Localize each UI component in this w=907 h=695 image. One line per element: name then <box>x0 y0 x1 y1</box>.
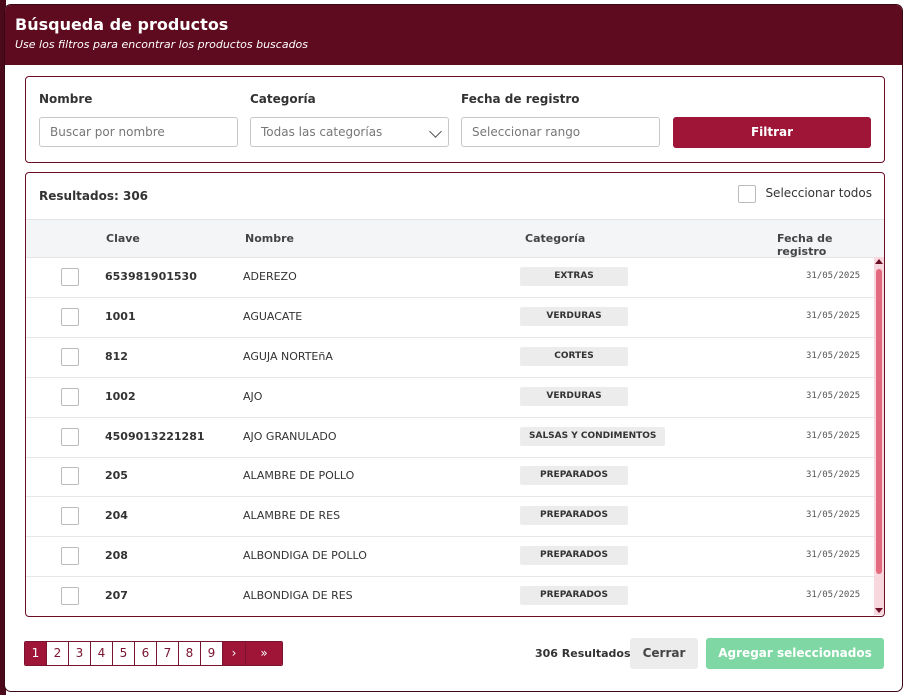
table-row[interactable]: 1001 AGUACATE VERDURAS 31/05/2025 <box>26 297 874 338</box>
row-checkbox[interactable] <box>61 348 79 366</box>
page-button-3[interactable]: 3 <box>69 642 91 665</box>
row-checkbox[interactable] <box>61 547 79 565</box>
table-row[interactable]: 4509013221281 AJO GRANULADO SALSAS Y CON… <box>26 417 874 458</box>
cell-fecha: 31/05/2025 <box>806 431 861 441</box>
category-label: Categoría <box>250 92 316 106</box>
scroll-up-arrow-icon[interactable] <box>875 259 883 264</box>
row-checkbox[interactable] <box>61 467 79 485</box>
cell-clave: 812 <box>105 350 128 363</box>
table-row[interactable]: 205 ALAMBRE DE POLLO PREPARADOS 31/05/20… <box>26 456 874 497</box>
pagination: 1 2 3 4 5 6 7 8 9 › » <box>24 641 283 666</box>
cell-fecha: 31/05/2025 <box>806 311 861 321</box>
results-count: Resultados: 306 <box>39 189 149 203</box>
category-select-value: Todas las categorías <box>261 125 383 139</box>
table-row[interactable]: 653981901530 ADEREZO EXTRAS 31/05/2025 <box>26 257 874 298</box>
page-button-9[interactable]: 9 <box>201 642 223 665</box>
table-row[interactable]: 812 AGUJA NORTEñA CORTES 31/05/2025 <box>26 337 874 378</box>
cell-nombre: ALBONDIGA DE RES <box>243 589 353 602</box>
modal-subtitle: Use los filtros para encontrar los produ… <box>15 38 309 51</box>
page-button-1[interactable]: 1 <box>25 642 47 665</box>
table-row[interactable]: 208 ALBONDIGA DE POLLO PREPARADOS 31/05/… <box>26 536 874 577</box>
cell-clave: 1002 <box>105 390 136 403</box>
category-badge: SALSAS Y CONDIMENTOS <box>520 427 666 446</box>
cell-nombre: ALBONDIGA DE POLLO <box>243 549 367 562</box>
column-header-categoria[interactable]: Categoría <box>525 232 585 245</box>
cell-nombre: AGUJA NORTEñA <box>243 350 333 363</box>
category-badge: PREPARADOS <box>520 586 628 605</box>
category-select[interactable]: Todas las categorías <box>250 117 449 147</box>
date-range-input[interactable]: Seleccionar rango <box>461 117 660 147</box>
row-checkbox[interactable] <box>61 507 79 525</box>
product-search-modal: Búsqueda de productos Use los filtros pa… <box>5 5 902 691</box>
category-badge: VERDURAS <box>520 387 628 406</box>
name-search-input[interactable]: Buscar por nombre <box>39 117 238 147</box>
table-row[interactable]: 204 ALAMBRE DE RES PREPARADOS 31/05/2025 <box>26 496 874 537</box>
row-checkbox[interactable] <box>61 428 79 446</box>
page-button-5[interactable]: 5 <box>113 642 135 665</box>
filters-panel: Nombre Buscar por nombre Categoría Todas… <box>25 76 885 163</box>
page-button-2[interactable]: 2 <box>47 642 69 665</box>
cell-fecha: 31/05/2025 <box>806 590 861 600</box>
table-header: Clave Nombre Categoría Fecha de registro <box>26 219 884 258</box>
cell-clave: 204 <box>105 509 128 522</box>
scrollbar-thumb[interactable] <box>876 269 882 574</box>
cell-nombre: AJO <box>243 390 263 403</box>
last-page-icon[interactable]: » <box>246 642 282 665</box>
select-all[interactable]: Seleccionar todos <box>738 185 872 203</box>
row-checkbox[interactable] <box>61 268 79 286</box>
footer-results-count: 306 Resultados <box>535 647 631 660</box>
column-header-fecha[interactable]: Fecha de registro <box>777 232 884 258</box>
cell-nombre: ADEREZO <box>243 270 297 283</box>
cell-fecha: 31/05/2025 <box>806 351 861 361</box>
page-button-7[interactable]: 7 <box>157 642 179 665</box>
cell-clave: 653981901530 <box>105 270 197 283</box>
table-row[interactable]: 207 ALBONDIGA DE RES PREPARADOS 31/05/20… <box>26 576 874 616</box>
select-all-label: Seleccionar todos <box>765 186 872 200</box>
add-selected-button[interactable]: Agregar seleccionados <box>706 638 884 669</box>
row-checkbox[interactable] <box>61 388 79 406</box>
column-header-clave[interactable]: Clave <box>106 232 140 245</box>
cell-fecha: 31/05/2025 <box>806 510 861 520</box>
chevron-down-icon <box>429 125 442 138</box>
name-label: Nombre <box>39 92 93 106</box>
cell-clave: 4509013221281 <box>105 430 205 443</box>
row-checkbox[interactable] <box>61 587 79 605</box>
cell-clave: 1001 <box>105 310 136 323</box>
cell-fecha: 31/05/2025 <box>806 271 861 281</box>
cell-fecha: 31/05/2025 <box>806 550 861 560</box>
category-badge: PREPARADOS <box>520 506 628 525</box>
cell-clave: 208 <box>105 549 128 562</box>
category-badge: EXTRAS <box>520 267 628 286</box>
modal-title: Búsqueda de productos <box>15 15 229 34</box>
next-page-icon[interactable]: › <box>223 642 246 665</box>
category-badge: VERDURAS <box>520 307 628 326</box>
results-panel: Resultados: 306 Seleccionar todos Clave … <box>25 172 885 617</box>
page-button-6[interactable]: 6 <box>135 642 157 665</box>
page-button-4[interactable]: 4 <box>91 642 113 665</box>
close-button[interactable]: Cerrar <box>630 638 698 669</box>
cell-clave: 207 <box>105 589 128 602</box>
column-header-nombre[interactable]: Nombre <box>245 232 294 245</box>
cell-clave: 205 <box>105 469 128 482</box>
cell-fecha: 31/05/2025 <box>806 391 861 401</box>
table-body: 653981901530 ADEREZO EXTRAS 31/05/2025 1… <box>26 257 874 616</box>
category-badge: PREPARADOS <box>520 466 628 485</box>
row-checkbox[interactable] <box>61 308 79 326</box>
cell-nombre: ALAMBRE DE RES <box>243 509 341 522</box>
cell-nombre: ALAMBRE DE POLLO <box>243 469 355 482</box>
modal-header: Búsqueda de productos Use los filtros pa… <box>5 5 902 65</box>
date-label: Fecha de registro <box>461 92 580 106</box>
page-button-8[interactable]: 8 <box>179 642 201 665</box>
category-badge: CORTES <box>520 347 628 366</box>
filter-button[interactable]: Filtrar <box>673 117 871 148</box>
scroll-down-arrow-icon[interactable] <box>875 608 883 613</box>
cell-nombre: AJO GRANULADO <box>243 430 337 443</box>
table-row[interactable]: 1002 AJO VERDURAS 31/05/2025 <box>26 377 874 418</box>
select-all-checkbox[interactable] <box>738 185 757 203</box>
cell-fecha: 31/05/2025 <box>806 470 861 480</box>
table-scrollbar[interactable] <box>874 257 884 615</box>
category-badge: PREPARADOS <box>520 546 628 565</box>
cell-nombre: AGUACATE <box>243 310 303 323</box>
